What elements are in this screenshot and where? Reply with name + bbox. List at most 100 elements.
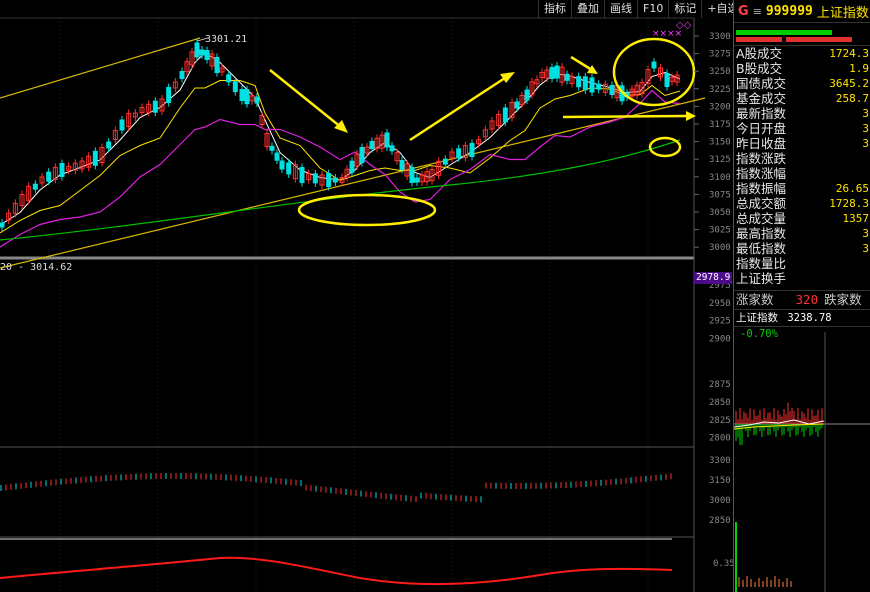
up-label: 涨家数 <box>736 292 774 307</box>
quote-row: 基金成交 258.7 <box>734 91 870 106</box>
quote-value: 3 <box>862 107 869 120</box>
price-axis: 3300 3275 3250 3225 3200 3175 3150 3125 3100 3075… <box>694 32 733 569</box>
annotation-arrow-3 <box>570 55 593 72</box>
axis-tick-label: 3150 <box>709 138 731 148</box>
quote-label: 指数振幅 <box>736 181 787 196</box>
quote-row: 指数涨跌 <box>734 151 870 166</box>
quote-value: 3 <box>862 242 869 255</box>
quote-label: 最高指数 <box>736 226 787 241</box>
quote-value: 258.7 <box>835 92 869 105</box>
axis-tick-label: 2825 <box>709 416 731 426</box>
quote-row: 上证换手 <box>734 271 870 286</box>
toolbar-btn-2[interactable]: 画线 <box>604 0 637 18</box>
quote-value: 1724.3 <box>829 47 869 60</box>
quote-value: 3 <box>862 137 869 150</box>
axis-tick-label: 3200 <box>709 102 731 112</box>
axis-tick-label: 3300 <box>709 32 731 42</box>
mini-title: 上证指数 <box>736 312 778 324</box>
quote-value: 26.65 <box>835 182 869 195</box>
toolbar-btn-0[interactable]: 指标 <box>538 0 571 18</box>
axis-tick-label: 3000 <box>709 496 731 506</box>
axis-tick-label: 3225 <box>709 85 731 95</box>
menu-icon[interactable]: ≡ <box>753 5 762 18</box>
stock-name: 上证指数 <box>816 5 869 21</box>
quote-value: 1728.3 <box>829 197 869 210</box>
axis-tick-label: 2925 <box>709 317 731 327</box>
up-count: 320 <box>795 292 819 307</box>
quote-row: 指数振幅 26.65 <box>734 181 870 196</box>
axis-tick-label: 3050 <box>709 208 731 218</box>
current-price-tag: 2978.9 <box>694 272 733 284</box>
buy-sell-bars <box>734 23 870 46</box>
annotation-ellipse-ma60 <box>648 136 682 158</box>
quote-header: G ≡ 999999 上证指数 <box>734 0 870 23</box>
axis-tick-label: 2875 <box>709 380 731 390</box>
toolbar-btn-3[interactable]: F10 <box>637 0 668 18</box>
mid-panel-candles <box>0 473 672 503</box>
quote-row: 昨日收盘 3 <box>734 136 870 151</box>
quote-label: 指数涨幅 <box>736 166 787 181</box>
quote-row: 最低指数 3 <box>734 241 870 256</box>
annotation-arrow-4 <box>562 114 689 119</box>
quote-row: B股成交 1.9 <box>734 61 870 76</box>
quote-row: A股成交 1724.3 <box>734 46 870 61</box>
quote-label: A股成交 <box>736 46 783 61</box>
advance-decline: 涨家数 320 跌家数 <box>734 291 870 309</box>
stock-code: 999999 <box>765 3 813 19</box>
quote-row: 总成交量 1357 <box>734 211 870 226</box>
quote-panel: G ≡ 999999 上证指数 A股成交 1724.3 B股成交 1.9 国债成交 364… <box>733 0 870 592</box>
quote-row: 指数涨幅 <box>734 166 870 181</box>
quote-value: 3 <box>862 227 869 240</box>
quote-rows: A股成交 1724.3 B股成交 1.9 国债成交 3645.2 基金成交 258.7 最新指数… <box>734 46 870 286</box>
axis-tick-label: 2900 <box>709 334 731 344</box>
axis-tick-label: 3000 <box>709 243 731 253</box>
axis-tick-label: 3100 <box>709 173 731 183</box>
quote-value: 3645.2 <box>829 77 869 90</box>
quote-label: 最低指数 <box>736 241 787 256</box>
axis-tick-label: 0.35 <box>713 559 733 569</box>
quote-value: 3 <box>862 122 869 135</box>
quote-label: 今日开盘 <box>736 121 787 136</box>
quote-label: 总成交量 <box>736 211 787 226</box>
quote-label: 基金成交 <box>736 91 787 106</box>
quote-label: 上证换手 <box>736 271 787 286</box>
intraday-mini-chart[interactable] <box>734 332 870 592</box>
quote-label: B股成交 <box>736 61 783 76</box>
axis-tick-label: 3150 <box>709 476 731 486</box>
kline-chart[interactable]: 3301.21 20 - 3014.62 ×××× ◇◇ 33003275325… <box>0 0 733 592</box>
quote-label: 国债成交 <box>736 76 787 91</box>
annotation-arrow-2 <box>409 74 509 142</box>
mini-price: 3238.78 <box>787 312 832 324</box>
axis-tick-label: 3075 <box>709 190 731 200</box>
g-badge[interactable]: G <box>738 4 749 19</box>
quote-row: 总成交额 1728.3 <box>734 196 870 211</box>
quote-row: 最新指数 3 <box>734 106 870 121</box>
quote-row: 指数量比 <box>734 256 870 271</box>
axis-tick-label: 2850 <box>709 516 731 526</box>
mini-chart-title: 上证指数 3238.78 -0.70% <box>734 309 870 340</box>
toolbar-btn-4[interactable]: 标记 <box>668 0 701 18</box>
quote-row: 国债成交 3645.2 <box>734 76 870 91</box>
quote-value: 1.9 <box>849 62 869 75</box>
annotation-arrow-1 <box>269 69 343 129</box>
axis-tick-label: 3175 <box>709 120 731 130</box>
quote-row: 今日开盘 3 <box>734 121 870 136</box>
quote-row: 最高指数 3 <box>734 226 870 241</box>
quote-label: 昨日收盘 <box>736 136 787 151</box>
quote-label: 指数涨跌 <box>736 151 787 166</box>
quote-value: 1357 <box>842 212 870 225</box>
peak-label: 3301.21 <box>205 34 247 45</box>
axis-tick-label: 3250 <box>709 67 731 77</box>
axis-tick-label: 3025 <box>709 226 731 236</box>
quote-label: 最新指数 <box>736 106 787 121</box>
toolbar-btn-1[interactable]: 叠加 <box>571 0 604 18</box>
axis-tick-label: 2950 <box>709 299 731 309</box>
axis-tick-label: 2800 <box>709 434 731 444</box>
indicator-curve <box>0 556 673 586</box>
trend-line-lower[interactable] <box>0 97 706 269</box>
axis-tick-label: 3125 <box>709 155 731 165</box>
axis-tick-label: 2850 <box>709 398 731 408</box>
axis-tick-label: 3300 <box>709 456 731 466</box>
low-label: 20 - 3014.62 <box>0 262 72 273</box>
axis-tick-label: 3275 <box>709 50 731 60</box>
